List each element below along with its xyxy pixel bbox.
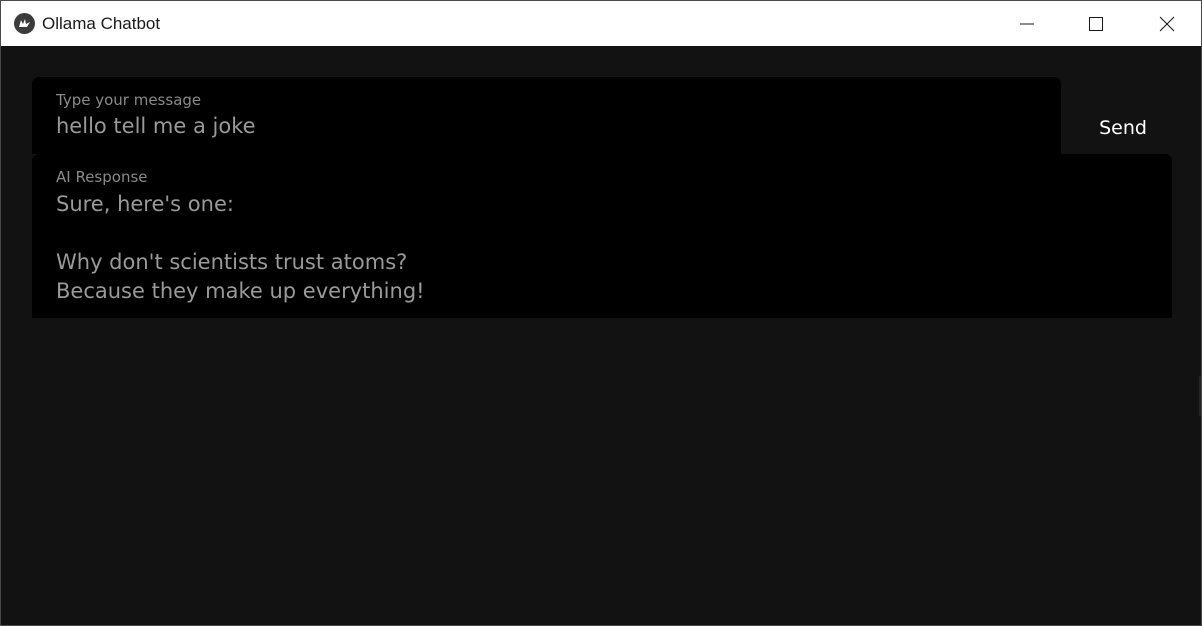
minimize-icon bbox=[1020, 23, 1034, 24]
title-bar[interactable]: Ollama Chatbot bbox=[1, 1, 1201, 46]
chat-area: Type your message hello tell me a joke S… bbox=[1, 46, 1201, 625]
minimize-button[interactable] bbox=[1004, 1, 1050, 46]
close-button[interactable] bbox=[1144, 1, 1190, 46]
maximize-button[interactable] bbox=[1073, 1, 1119, 46]
ai-response-hint: AI Response bbox=[56, 168, 148, 186]
message-input-value[interactable]: hello tell me a joke bbox=[56, 114, 256, 138]
maximize-icon bbox=[1089, 16, 1103, 31]
close-icon bbox=[1159, 16, 1175, 31]
app-window: Ollama Chatbot Type your message hello t… bbox=[0, 0, 1202, 626]
window-edge-artifact bbox=[1199, 376, 1201, 416]
kivy-app-icon bbox=[14, 13, 35, 34]
ai-response-field[interactable]: AI Response Sure, here's one: Why don't … bbox=[32, 154, 1172, 318]
ai-response-text: Sure, here's one: Why don't scientists t… bbox=[56, 192, 425, 303]
message-input-hint: Type your message bbox=[56, 91, 202, 109]
message-input[interactable]: Type your message hello tell me a joke bbox=[32, 77, 1061, 154]
send-button[interactable]: Send bbox=[1076, 106, 1170, 150]
window-title: Ollama Chatbot bbox=[42, 14, 161, 33]
